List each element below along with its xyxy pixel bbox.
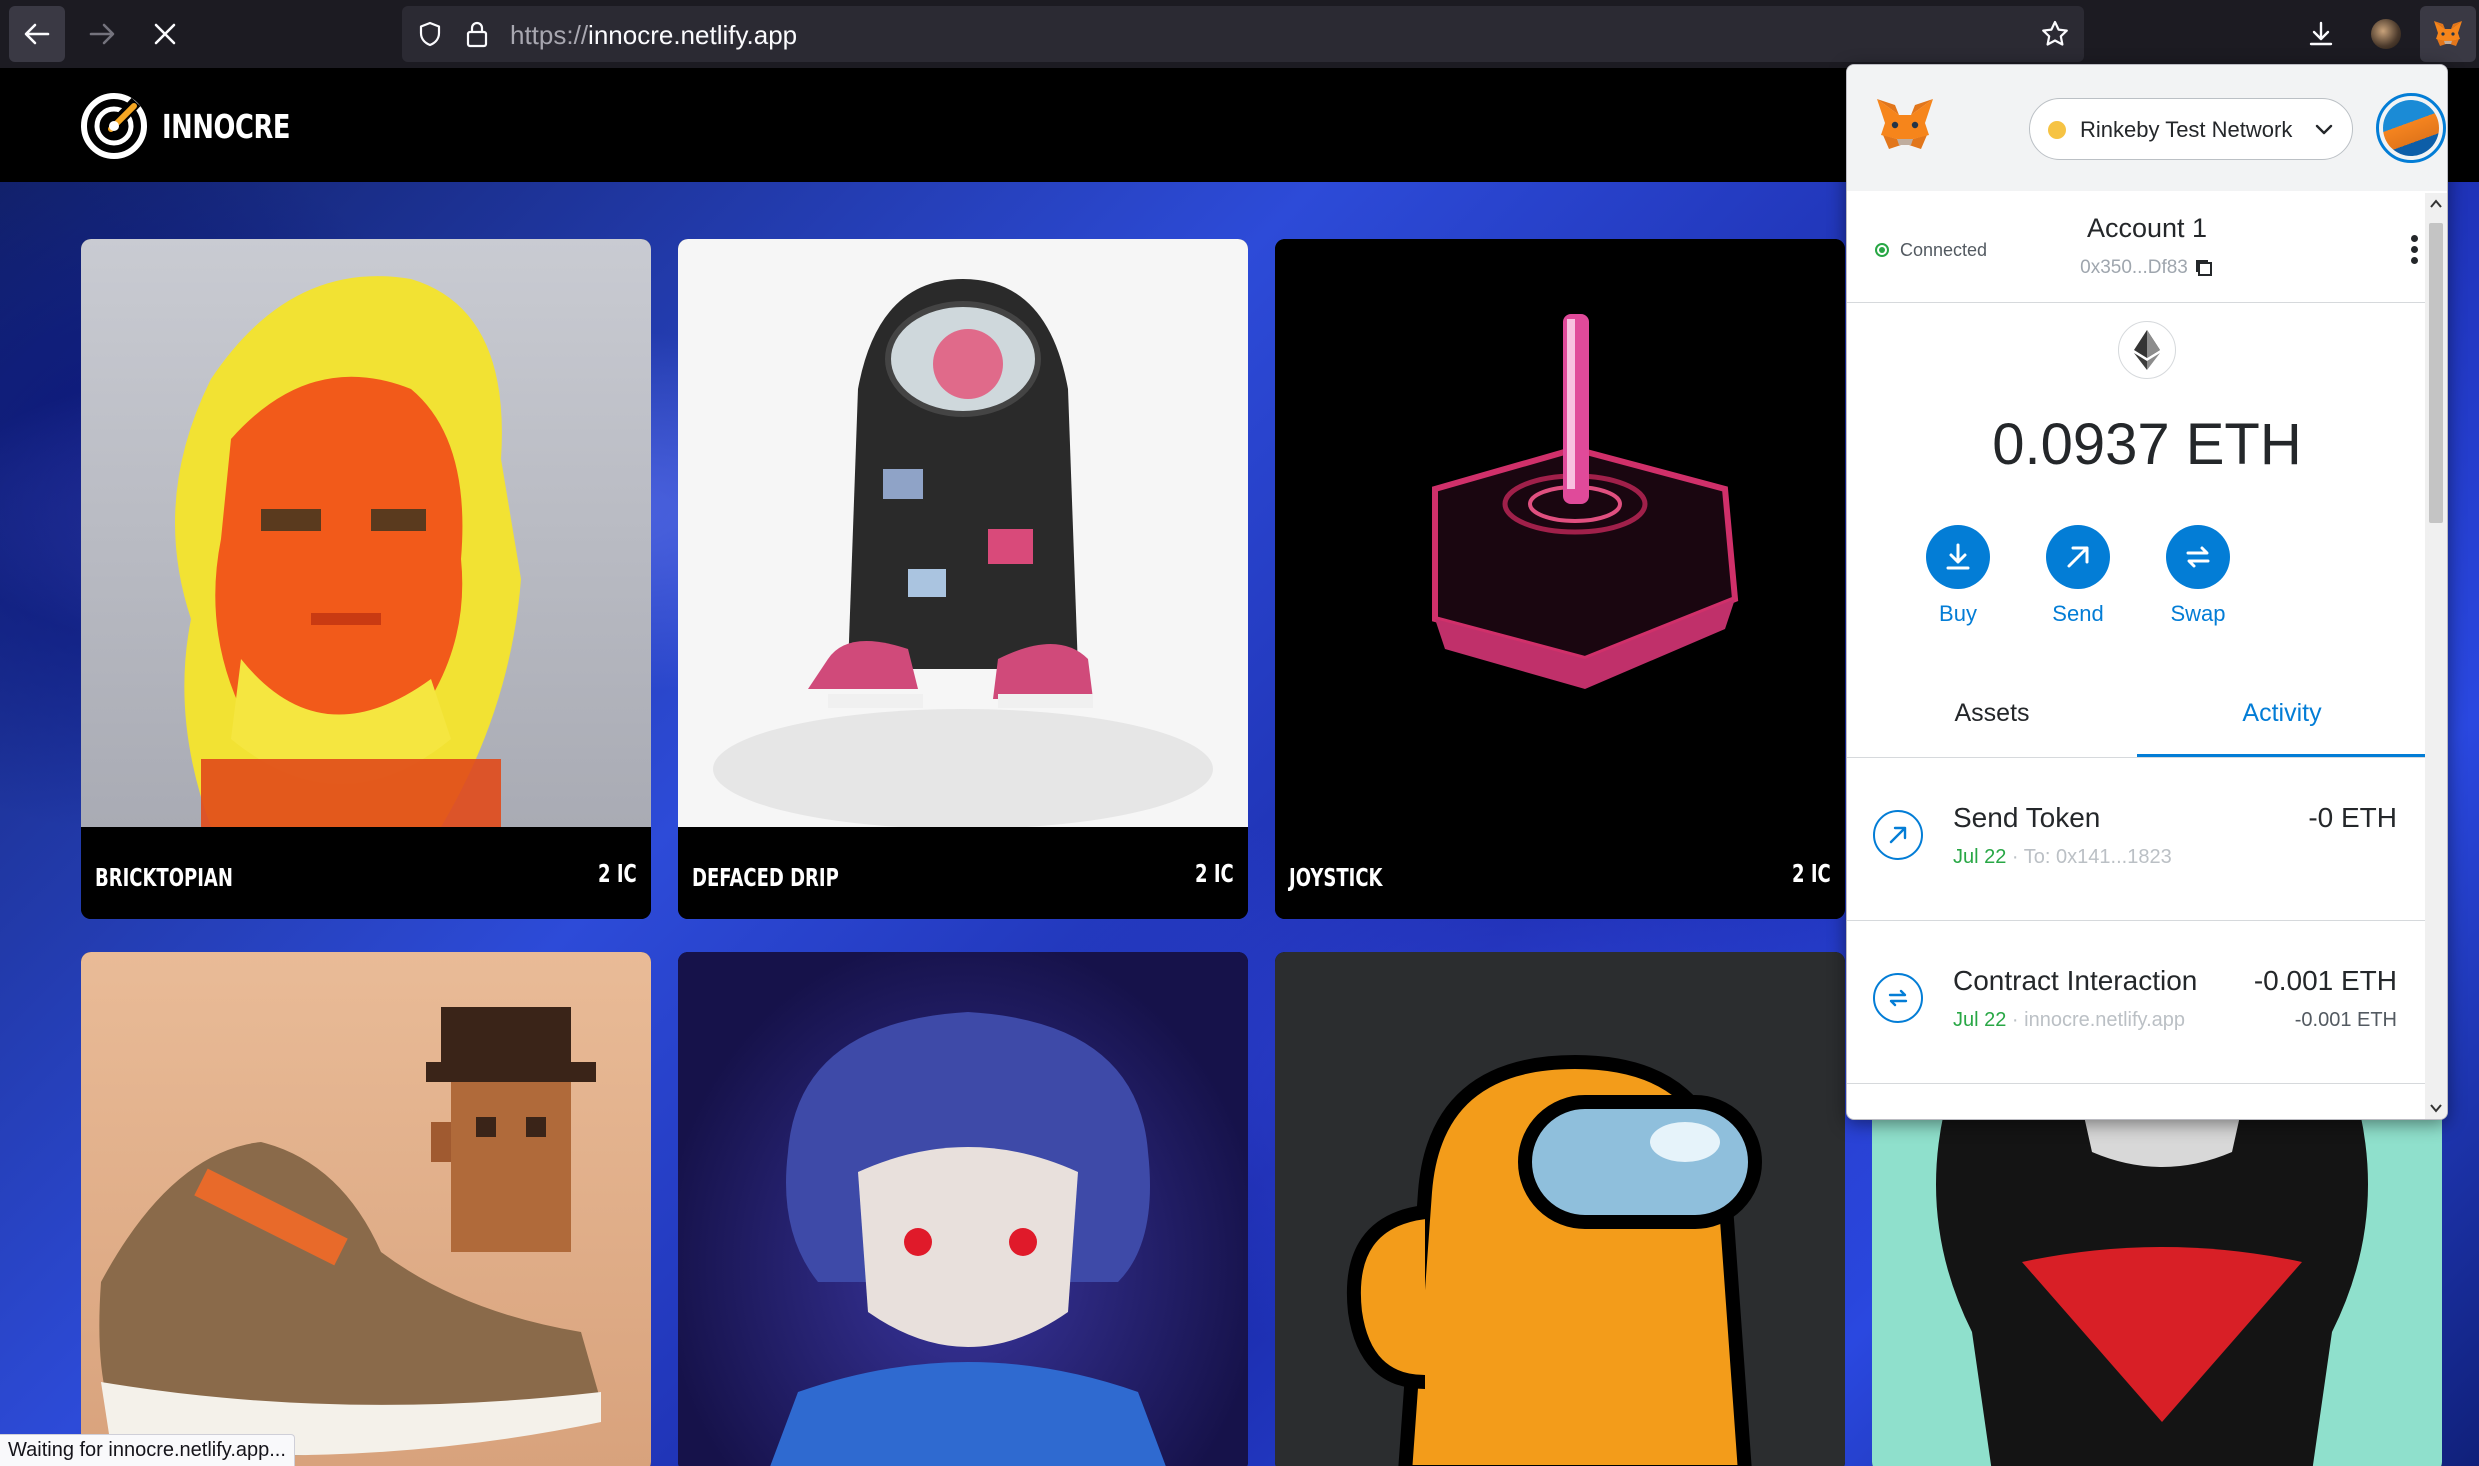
scroll-down-icon[interactable] (2429, 1101, 2443, 1115)
nft-card-bricktopian[interactable]: BRICKTOPIAN 2 IC (81, 239, 651, 919)
extension-avatar (2371, 19, 2401, 49)
send-button[interactable]: Send (2038, 525, 2118, 627)
nft-artwork (678, 239, 1248, 829)
account-address: 0x350...Df83 (2080, 257, 2188, 278)
transaction-secondary-amount: -0.001 ETH (2294, 1009, 2397, 1031)
network-selector[interactable]: Rinkeby Test Network (2029, 98, 2353, 160)
network-name: Rinkeby Test Network (2080, 117, 2293, 142)
transaction-send-token[interactable]: Send Token -0 ETH Jul 22 · To: 0x141...1… (1847, 758, 2425, 921)
nft-card-defaced-drip[interactable]: DEFACED DRIP 2 IC (678, 239, 1248, 919)
browser-status-bar: Waiting for innocre.netlify.app... (0, 1434, 295, 1466)
scroll-thumb[interactable] (2429, 223, 2443, 523)
nft-card-anime[interactable] (678, 952, 1248, 1466)
close-icon (154, 23, 176, 45)
arrow-up-right-icon (2046, 525, 2110, 589)
nft-caption: JOYSTICK 2 IC (1275, 827, 1845, 919)
nft-price: 2 IC (1792, 859, 1831, 888)
shield-icon[interactable] (416, 20, 444, 48)
lock-icon[interactable] (464, 19, 490, 49)
ethereum-logo-icon (2118, 321, 2176, 379)
stop-loading-button[interactable] (137, 6, 193, 62)
forward-button[interactable] (74, 6, 130, 62)
nft-artwork (1275, 952, 1845, 1466)
nft-caption: BRICKTOPIAN 2 IC (81, 827, 651, 919)
transaction-contract-interaction[interactable]: Contract Interaction -0.001 ETH Jul 22 ·… (1847, 921, 2425, 1084)
arrow-left-icon (24, 23, 50, 45)
metamask-header: Rinkeby Test Network (1847, 65, 2447, 191)
nft-card-joystick[interactable]: JOYSTICK 2 IC (1275, 239, 1845, 919)
nft-artwork (81, 239, 651, 828)
back-button[interactable] (9, 6, 65, 62)
metamask-popup: Rinkeby Test Network Connected Account 1… (1846, 64, 2448, 1120)
nft-title: JOYSTICK (1289, 863, 1383, 892)
swap-arrows-icon (1873, 973, 1923, 1023)
account-name: Account 1 (2086, 213, 2208, 243)
profile-extension-button[interactable] (2358, 6, 2414, 62)
nft-artwork (1275, 239, 1845, 827)
nft-artwork (678, 952, 1248, 1466)
account-balance: 0.0937 ETH (1992, 412, 2302, 477)
nft-artwork (81, 952, 651, 1466)
metamask-scrollbar[interactable] (2425, 193, 2447, 1119)
nft-price: 2 IC (598, 859, 637, 888)
nft-card-sneaker[interactable] (81, 952, 651, 1466)
scroll-up-icon[interactable] (2429, 197, 2443, 211)
download-icon (1926, 525, 1990, 589)
account-options-button[interactable] (2409, 235, 2419, 265)
copy-icon (2195, 260, 2212, 276)
swap-button[interactable]: Swap (2158, 525, 2238, 627)
nft-card-among-us[interactable] (1275, 952, 1845, 1466)
arrow-right-icon (89, 23, 115, 45)
connected-status-dot (1875, 243, 1889, 257)
brand-name: INNOCRE (162, 106, 291, 146)
account-avatar[interactable] (2376, 93, 2446, 163)
download-icon (2309, 21, 2333, 46)
metamask-logo-icon[interactable] (1873, 95, 1937, 155)
tab-assets[interactable]: Assets (1847, 699, 2137, 757)
metamask-fox-icon (2434, 21, 2462, 46)
transaction-meta: Jul 22 · innocre.netlify.app (1953, 1009, 2185, 1031)
swap-arrows-icon (2166, 525, 2230, 589)
transaction-amount: -0 ETH (2308, 802, 2397, 833)
url-text[interactable]: https://innocre.netlify.app (510, 20, 797, 51)
transaction-name: Contract Interaction (1953, 965, 2198, 996)
nft-caption: DEFACED DRIP 2 IC (678, 827, 1248, 919)
arrow-up-right-icon (1873, 810, 1923, 860)
transaction-meta: Jul 22 · To: 0x141...1823 (1953, 846, 2172, 868)
site-logo[interactable]: INNOCRE (80, 92, 326, 160)
star-icon[interactable] (2040, 19, 2070, 49)
nft-title: BRICKTOPIAN (95, 863, 233, 892)
account-address-row[interactable]: 0x350...Df83 (1847, 257, 2447, 279)
transaction-amount: -0.001 ETH (2253, 965, 2397, 996)
chevron-down-icon (2315, 124, 2333, 135)
tab-activity[interactable]: Activity (2137, 699, 2427, 757)
downloads-button[interactable] (2293, 6, 2349, 62)
transaction-name: Send Token (1953, 802, 2101, 833)
metamask-extension-button[interactable] (2420, 6, 2476, 62)
nft-price: 2 IC (1195, 859, 1234, 888)
nft-title: DEFACED DRIP (692, 863, 839, 892)
account-section: Connected Account 1 0x350...Df83 (1847, 191, 2447, 303)
network-status-dot (2048, 121, 2066, 139)
address-bar[interactable]: https://innocre.netlify.app (402, 6, 2084, 62)
browser-toolbar: https://innocre.netlify.app (0, 0, 2479, 68)
innocre-logo-icon (81, 93, 147, 159)
buy-button[interactable]: Buy (1918, 525, 1998, 627)
